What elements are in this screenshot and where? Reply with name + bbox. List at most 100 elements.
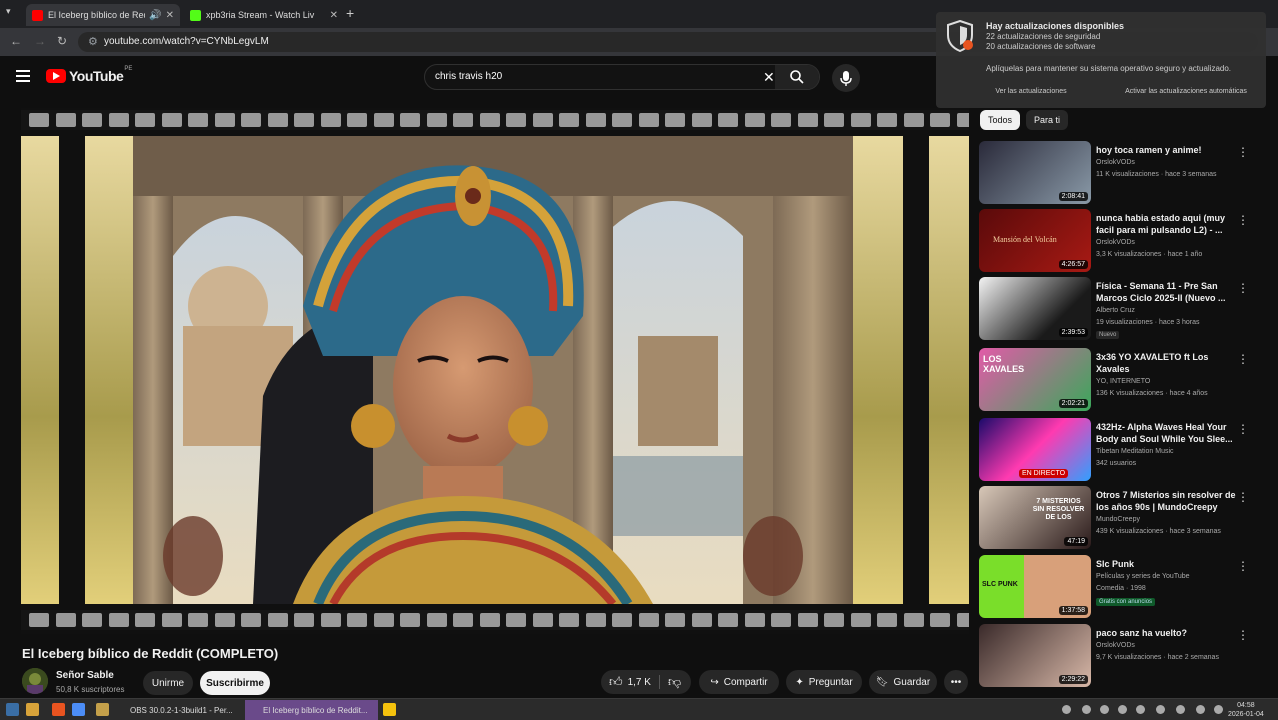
notification-heading: Hay actualizaciones disponibles <box>986 21 1125 31</box>
taskbar-task-obs[interactable]: OBS 30.0.2-1-3build1 - Per... <box>112 700 242 720</box>
sprocket-hole <box>55 113 76 127</box>
related-video-item[interactable]: 2:08:41 hoy toca ramen y anime! OrslokVODs… <box>979 141 1269 207</box>
more-actions-button[interactable]: ••• <box>944 670 968 694</box>
tab-search-icon[interactable]: ▾ <box>6 6 11 17</box>
folder-icon[interactable] <box>96 703 109 716</box>
video-thumbnail[interactable]: 2:08:41 <box>979 141 1091 204</box>
more-options-icon[interactable]: ⋮ <box>1237 145 1249 159</box>
related-video-channel[interactable]: Alberto Cruz <box>1096 307 1135 314</box>
more-options-icon[interactable]: ⋮ <box>1237 628 1249 642</box>
enable-auto-updates-button[interactable]: Activar las actualizaciones automáticas <box>1106 82 1266 100</box>
youtube-logo[interactable]: YouTube PE <box>46 66 132 84</box>
start-menu-icon[interactable] <box>6 703 19 716</box>
related-video-channel[interactable]: YO, INTERNETO <box>1096 378 1150 385</box>
related-video-item[interactable]: 2:02:21 LOS XAVALES 3x36 YO XAVALETO ft Lo… <box>979 348 1269 414</box>
video-player[interactable] <box>21 108 969 634</box>
back-arrow-icon[interactable]: ← <box>10 34 22 48</box>
speaker-icon[interactable]: 🔊 <box>149 10 161 21</box>
related-video-title[interactable]: 3x36 YO XAVALETO ft Los Xavales <box>1096 351 1236 375</box>
site-info-icon[interactable]: ⚙ <box>88 35 98 48</box>
close-tab-icon[interactable]: ✕ <box>330 10 338 21</box>
video-thumbnail[interactable]: 2:02:21 LOS XAVALES <box>979 348 1091 411</box>
related-video-title[interactable]: Otros 7 Misterios sin resolver de los añ… <box>1096 489 1236 513</box>
tray-bluetooth-icon[interactable] <box>1176 705 1185 714</box>
related-video-item[interactable]: 2:29:22 paco sanz ha vuelto? OrslokVODs 9,7… <box>979 624 1269 690</box>
join-button[interactable]: Unirme <box>143 671 193 695</box>
video-illustration <box>133 136 853 604</box>
search-button[interactable] <box>775 65 819 89</box>
clear-search-icon[interactable]: ✕ <box>763 69 775 86</box>
related-video-item[interactable]: 47:19 7 MISTERIOS SIN RESOLVER DE LOS Otro… <box>979 486 1269 552</box>
browser-tab[interactable]: xpb3ria Stream - Watch Liv ✕ <box>184 4 344 26</box>
video-thumbnail[interactable]: 2:39:53 <box>979 277 1091 340</box>
search-box[interactable]: chris travis h20 ✕ <box>424 64 820 90</box>
related-video-title[interactable]: hoy toca ramen y anime! <box>1096 144 1236 156</box>
voice-search-button[interactable] <box>832 64 860 92</box>
chip-all[interactable]: Todos <box>980 110 1020 130</box>
video-thumbnail[interactable]: 47:19 7 MISTERIOS SIN RESOLVER DE LOS <box>979 486 1091 549</box>
related-video-item[interactable]: EN DIRECTO 432Hz- Alpha Waves Heal Your B… <box>979 418 1269 484</box>
video-thumbnail[interactable]: 2:29:22 <box>979 624 1091 687</box>
related-video-title[interactable]: Física - Semana 11 - Pre San Marcos Cicl… <box>1096 280 1236 304</box>
related-video-channel[interactable]: MundoCreepy <box>1096 516 1140 523</box>
more-options-icon[interactable]: ⋮ <box>1237 281 1249 295</box>
security-updates-text: 22 actualizaciones de seguridad <box>986 32 1101 41</box>
more-options-icon[interactable]: ⋮ <box>1237 490 1249 504</box>
chrome-icon[interactable] <box>383 703 396 716</box>
forward-arrow-icon[interactable]: → <box>34 34 46 48</box>
related-video-channel[interactable]: OrslokVODs <box>1096 642 1135 649</box>
related-video-title[interactable]: nunca habia estado aqui (muy facil para … <box>1096 212 1236 236</box>
tray-volume-icon[interactable] <box>1196 705 1205 714</box>
chip-for-you[interactable]: Para ti <box>1026 110 1068 130</box>
like-button[interactable]: 👍︎ 1,7 K <box>609 674 651 690</box>
more-options-icon[interactable]: ⋮ <box>1237 352 1249 366</box>
thumbs-down-icon[interactable]: 👎︎ <box>668 674 681 690</box>
avatar-image <box>22 668 48 694</box>
ask-button[interactable]: ✦ Preguntar <box>786 670 862 694</box>
related-video-channel[interactable]: Tibetan Meditation Music <box>1096 448 1174 455</box>
tray-obs-icon[interactable] <box>1062 705 1071 714</box>
browser-launcher-icon[interactable] <box>72 703 85 716</box>
related-video-title[interactable]: Slc Punk <box>1096 558 1236 570</box>
sprocket-hole <box>824 613 844 627</box>
related-video-item[interactable]: 1:37:58 SLC PUNK Slc Punk Películas y serie… <box>979 555 1269 621</box>
app-launcher-icon[interactable] <box>52 703 65 716</box>
video-thumbnail[interactable]: 1:37:58 SLC PUNK <box>979 555 1091 618</box>
tray-shield-icon[interactable] <box>1118 705 1127 714</box>
related-video-channel[interactable]: Películas y series de YouTube <box>1096 573 1190 580</box>
related-video-meta: 11 K visualizaciones · hace 3 semanas <box>1096 171 1217 178</box>
related-video-item[interactable]: 4:26:57 Mansión del Volcán nunca habia est… <box>979 209 1269 275</box>
reload-icon[interactable]: ↻ <box>57 34 67 48</box>
save-button[interactable]: 🔖︎ Guardar <box>869 670 937 694</box>
video-thumbnail[interactable]: 4:26:57 Mansión del Volcán <box>979 209 1091 272</box>
search-input[interactable]: chris travis h20 <box>435 71 502 82</box>
task-label: OBS 30.0.2-1-3build1 - Per... <box>130 705 233 715</box>
browser-tab-active[interactable]: El Iceberg bíblico de Redd 🔊 ✕ <box>26 4 180 26</box>
tray-battery-icon[interactable] <box>1214 705 1223 714</box>
subscribe-button[interactable]: Suscribirme <box>200 671 270 695</box>
channel-name[interactable]: Señor Sable <box>56 670 114 681</box>
taskbar-clock[interactable]: 04:58 2026-01-04 <box>1228 701 1264 719</box>
share-button[interactable]: ↪ Compartir <box>699 670 779 694</box>
more-options-icon[interactable]: ⋮ <box>1237 422 1249 436</box>
more-options-icon[interactable]: ⋮ <box>1237 559 1249 573</box>
channel-avatar[interactable] <box>22 668 48 694</box>
view-updates-button[interactable]: Ver las actualizaciones <box>956 82 1106 100</box>
more-options-icon[interactable]: ⋮ <box>1237 213 1249 227</box>
tray-steam-icon[interactable] <box>1082 705 1091 714</box>
related-video-item[interactable]: 2:39:53 Física - Semana 11 - Pre San Marc… <box>979 277 1269 343</box>
new-tab-button[interactable]: + <box>346 5 354 21</box>
taskbar-task-browser[interactable]: El Iceberg bíblico de Reddit... <box>245 700 378 720</box>
menu-icon[interactable] <box>16 70 30 85</box>
related-video-channel[interactable]: OrslokVODs <box>1096 239 1135 246</box>
video-thumbnail[interactable]: EN DIRECTO <box>979 418 1091 481</box>
related-video-title[interactable]: paco sanz ha vuelto? <box>1096 627 1236 639</box>
related-video-channel[interactable]: OrslokVODs <box>1096 159 1135 166</box>
tray-update-icon[interactable] <box>1136 705 1145 714</box>
save-label: Guardar <box>893 676 931 688</box>
related-video-title[interactable]: 432Hz- Alpha Waves Heal Your Body and So… <box>1096 421 1236 445</box>
close-tab-icon[interactable]: ✕ <box>166 10 174 21</box>
files-icon[interactable] <box>26 703 39 716</box>
tray-bell-icon[interactable] <box>1100 705 1109 714</box>
tray-network-icon[interactable] <box>1156 705 1165 714</box>
